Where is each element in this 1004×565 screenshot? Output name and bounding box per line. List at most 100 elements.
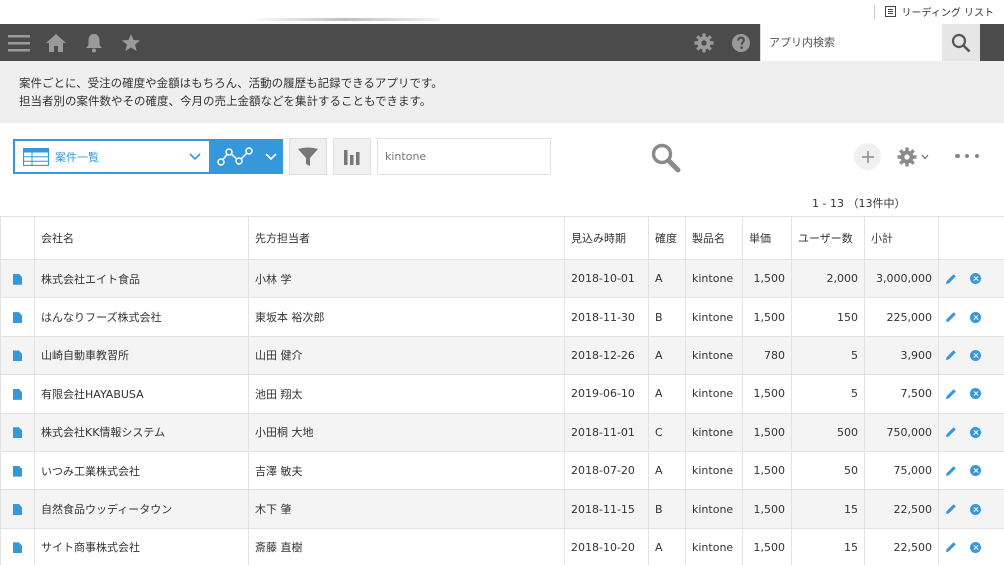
subtotal-cell: 22,500 <box>864 489 939 529</box>
date-cell: 2018-12-26 <box>564 335 649 376</box>
records-table: 会社名 先方担当者 見込み時期 確度 製品名 単価 ユーザー数 小計 株式会社エ… <box>0 216 1004 565</box>
pencil-icon[interactable] <box>945 349 957 361</box>
table-row: 株式会社エイト食品 小林 学 2018-10-01 A kintone 1,50… <box>0 258 1004 299</box>
actions-cell <box>938 374 1004 414</box>
more-icon[interactable] <box>955 150 979 162</box>
date-cell: 2019-06-10 <box>564 374 649 414</box>
search-button[interactable] <box>942 24 980 61</box>
delete-icon[interactable] <box>970 273 981 285</box>
price-cell: 1,500 <box>742 412 792 452</box>
document-icon[interactable] <box>13 427 22 439</box>
pencil-icon[interactable] <box>945 426 957 438</box>
subtotal-cell: 750,000 <box>864 412 939 452</box>
app-search-input[interactable] <box>761 24 942 61</box>
add-record-button[interactable] <box>854 143 881 170</box>
reading-list-button[interactable]: リーディング リスト <box>873 4 994 19</box>
document-icon[interactable] <box>13 350 22 362</box>
column-header[interactable]: 単価 <box>742 216 792 260</box>
star-icon[interactable] <box>118 30 144 56</box>
pencil-icon[interactable] <box>945 503 957 515</box>
pencil-icon[interactable] <box>945 388 957 400</box>
delete-icon[interactable] <box>970 541 981 553</box>
rank-cell: B <box>648 489 686 529</box>
document-icon[interactable] <box>13 273 22 285</box>
reading-list-icon <box>884 6 896 17</box>
pencil-icon[interactable] <box>945 273 957 285</box>
app-description: 案件ごとに、受注の確度や金額はもちろん、活動の履歴も記録できるアプリです。 担当… <box>0 61 1004 123</box>
company-cell: いつみ工業株式会社 <box>34 450 249 491</box>
pencil-icon[interactable] <box>945 541 957 553</box>
home-icon[interactable] <box>43 30 69 56</box>
price-cell: 780 <box>742 335 792 376</box>
users-cell: 15 <box>791 489 865 529</box>
delete-icon[interactable] <box>970 426 981 438</box>
column-header[interactable]: 会社名 <box>34 216 249 260</box>
keyword-input[interactable] <box>378 139 550 174</box>
contact-cell: 吉澤 敏夫 <box>248 450 565 491</box>
contact-cell: 斎藤 直樹 <box>248 527 565 565</box>
record-detail-cell <box>0 258 35 299</box>
app-search-box <box>760 24 942 61</box>
delete-icon[interactable] <box>970 465 981 477</box>
document-icon[interactable] <box>13 312 22 324</box>
help-icon[interactable] <box>728 30 754 56</box>
actions-cell <box>938 489 1004 529</box>
subtotal-cell: 22,500 <box>864 527 939 565</box>
pencil-icon[interactable] <box>945 465 957 477</box>
chart-button[interactable] <box>333 138 371 175</box>
product-cell: kintone <box>685 335 743 376</box>
column-header[interactable]: 小計 <box>864 216 939 260</box>
description-line-1: 案件ごとに、受注の確度や金額はもちろん、活動の履歴も記録できるアプリです。 <box>19 76 443 90</box>
delete-icon[interactable] <box>970 311 981 323</box>
column-header[interactable]: 確度 <box>648 216 686 260</box>
record-detail-cell <box>0 412 35 452</box>
users-cell: 50 <box>791 450 865 491</box>
delete-icon[interactable] <box>970 388 981 400</box>
column-header[interactable]: ユーザー数 <box>791 216 865 260</box>
column-header[interactable]: 先方担当者 <box>248 216 565 260</box>
table-row: はんなりフーズ株式会社 東坂本 裕次郎 2018-11-30 B kintone… <box>0 297 1004 337</box>
date-cell: 2018-11-15 <box>564 489 649 529</box>
contact-cell: 山田 健介 <box>248 335 565 376</box>
table-row: 山崎自動車教習所 山田 健介 2018-12-26 A kintone 780 … <box>0 335 1004 376</box>
actions-cell <box>938 412 1004 452</box>
pencil-icon[interactable] <box>945 311 957 323</box>
column-header[interactable]: 見込み時期 <box>564 216 649 260</box>
delete-icon[interactable] <box>970 503 981 515</box>
menu-icon[interactable] <box>6 30 32 56</box>
graph-selector[interactable] <box>211 139 283 174</box>
date-cell: 2018-10-20 <box>564 527 649 565</box>
subtotal-cell: 75,000 <box>864 450 939 491</box>
company-cell: 山崎自動車教習所 <box>34 335 249 376</box>
subtotal-cell: 7,500 <box>864 374 939 414</box>
document-icon[interactable] <box>13 542 22 554</box>
filter-icon <box>298 147 318 166</box>
reading-list-label: リーディング リスト <box>901 8 994 19</box>
keyword-search-button[interactable] <box>650 142 682 174</box>
app-settings-button[interactable] <box>897 145 937 169</box>
contact-cell: 池田 翔太 <box>248 374 565 414</box>
subtotal-cell: 3,900 <box>864 335 939 376</box>
actions-cell <box>938 258 1004 299</box>
gear-icon[interactable] <box>691 30 717 56</box>
app-header <box>0 24 1004 61</box>
record-detail-cell <box>0 374 35 414</box>
company-cell: 有限会社HAYABUSA <box>34 374 249 414</box>
view-selector[interactable]: 案件一覧 <box>13 139 211 174</box>
product-cell: kintone <box>685 374 743 414</box>
actions-cell <box>938 335 1004 376</box>
table-row: 有限会社HAYABUSA 池田 翔太 2019-06-10 A kintone … <box>0 374 1004 414</box>
filter-button[interactable] <box>289 138 327 175</box>
delete-icon[interactable] <box>970 349 981 361</box>
document-icon[interactable] <box>13 504 22 516</box>
document-icon[interactable] <box>13 388 22 400</box>
column-header[interactable]: 製品名 <box>685 216 743 260</box>
users-cell: 5 <box>791 335 865 376</box>
date-cell: 2018-07-20 <box>564 450 649 491</box>
document-icon[interactable] <box>13 465 22 477</box>
actions-cell <box>938 450 1004 491</box>
product-cell: kintone <box>685 527 743 565</box>
users-cell: 150 <box>791 297 865 337</box>
bell-icon[interactable] <box>81 30 107 56</box>
header-icon-col <box>0 216 35 260</box>
